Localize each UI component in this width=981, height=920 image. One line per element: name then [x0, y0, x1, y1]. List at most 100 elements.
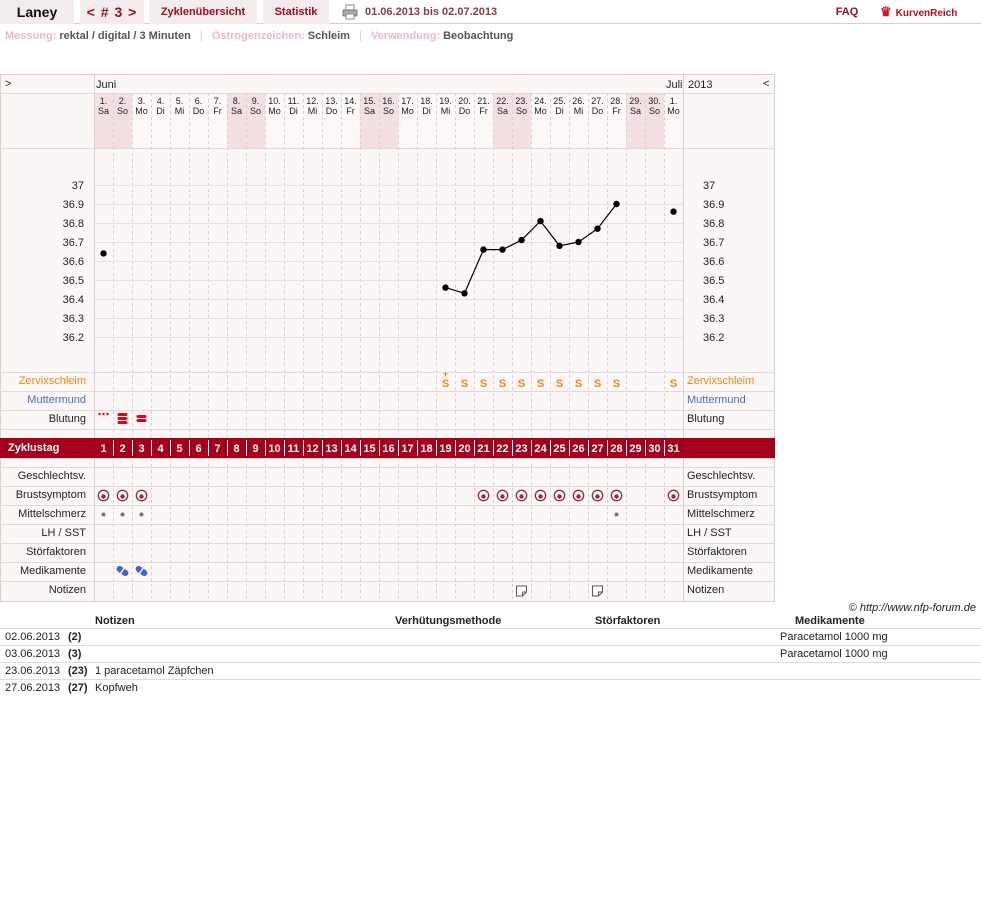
temperature-point: [613, 200, 620, 208]
y-tick-label-right: 36.6: [703, 256, 724, 268]
y-tick-label-left: 36.9: [63, 199, 84, 211]
cycle-chart-svg: > Juni Juli 2013 <1.Sa2.So3.Mo4.Di5.Mi6.Do7.…: [0, 74, 775, 602]
day-number: 9.: [252, 96, 260, 106]
weekday-label: Sa: [497, 106, 508, 116]
day-number: 30.: [648, 96, 661, 106]
cervix-mucus-mark: S: [670, 378, 677, 390]
cervix-mucus-mark: S: [613, 378, 620, 390]
faq-link[interactable]: FAQ: [832, 0, 862, 24]
row-label-os: Muttermund: [27, 394, 86, 406]
row-label-cervix: Zervixschleim: [18, 375, 86, 387]
cycle-day-number: 10: [268, 443, 280, 455]
weekday-label: So: [250, 106, 261, 116]
row-label-bleeding: Blutung: [48, 413, 86, 425]
weekday-label: Do: [592, 106, 604, 116]
day-number: 16.: [382, 96, 395, 106]
cycle-day-number: 19: [439, 443, 451, 455]
cycle-day-label: Zyklustag: [8, 441, 60, 454]
table-row: 02.06.2013 (2) Paracetamol 1000 mg: [0, 628, 981, 645]
day-number: 29.: [629, 96, 642, 106]
note-medication: Paracetamol 1000 mg: [780, 648, 888, 660]
day-number: 14.: [344, 96, 357, 106]
day-number: 18.: [420, 96, 433, 106]
day-number: 1.: [670, 96, 678, 106]
note-cycle-day: (2): [68, 631, 82, 643]
row-label-disturb: Störfaktoren: [687, 546, 747, 558]
y-tick-label-right: 36.4: [703, 294, 724, 306]
day-number: 2.: [119, 96, 127, 106]
row-label-cervix: Zervixschleim: [687, 375, 755, 387]
cervix-mucus-mark: S: [575, 378, 582, 390]
day-number: 25.: [553, 96, 566, 106]
breast-symptom-center: [595, 494, 600, 499]
temperature-point: [518, 236, 525, 244]
day-number: 11.: [288, 96, 300, 106]
bleeding-mark: [117, 413, 128, 416]
midpain-dot: [614, 512, 619, 517]
cycle-navigator[interactable]: < # 3 >: [80, 0, 144, 24]
weekday-label: Do: [459, 106, 471, 116]
cycle-day-number: 9: [252, 443, 258, 455]
cycle-date-range: 01.06.2013 bis 02.07.2013: [365, 6, 498, 18]
temperature-point: [575, 238, 582, 246]
cycle-day-number: 7: [214, 443, 220, 455]
month-label-start: Juni: [96, 79, 116, 91]
day-number: 13.: [325, 96, 338, 106]
col-header-disturbances: Störfaktoren: [595, 615, 661, 627]
temperature-point: [480, 246, 487, 253]
note-text: 1 paracetamol Zäpfchen: [95, 665, 214, 677]
bleeding-spotting-dot: [102, 412, 105, 416]
day-number: 19.: [439, 96, 452, 106]
day-number: 17.: [401, 96, 414, 106]
brand-logo[interactable]: ♛ KurvenReich: [880, 0, 980, 24]
cycle-day-number: 18: [420, 443, 432, 455]
weekday-label: Di: [289, 106, 298, 116]
bleeding-mark: [136, 419, 147, 422]
col-header-notes: Notizen: [95, 615, 135, 627]
printer-icon[interactable]: [340, 0, 360, 24]
temperature-point: [499, 246, 506, 253]
cervix-mucus-mark: S: [594, 378, 601, 390]
weekday-label: Mo: [268, 106, 281, 116]
cycle-day-number: 20: [458, 443, 470, 455]
day-number: 3.: [138, 96, 146, 106]
measure-value: rektal / digital / 3 Minuten: [59, 30, 191, 42]
row-label-breast: Brustsymptom: [687, 489, 758, 501]
nav-next: <: [763, 78, 769, 90]
oestrogen-value: Schleim: [307, 30, 350, 42]
day-number: 20.: [458, 96, 471, 106]
y-tick-label-left: 36.2: [63, 332, 84, 344]
weekday-label: Mi: [308, 106, 318, 116]
breast-symptom-center: [500, 494, 505, 499]
tab-cycle-overview[interactable]: Zyklenübersicht: [149, 0, 257, 24]
cycle-day-number: 25: [553, 443, 565, 455]
note-cycle-day: (23): [68, 665, 88, 677]
day-number: 12.: [306, 96, 319, 106]
weekday-label: Mo: [534, 106, 547, 116]
y-tick-label-left: 36.7: [63, 237, 84, 249]
cycle-day-number: 11: [288, 443, 300, 455]
row-label-intercourse: Geschlechtsv.: [17, 470, 86, 482]
midpain-dot: [120, 512, 125, 517]
day-number: 5.: [176, 96, 184, 106]
y-tick-label-left: 36.8: [63, 218, 84, 230]
cycle-day-number: 21: [477, 443, 489, 455]
y-tick-label-left: 36.6: [63, 256, 84, 268]
y-tick-label-right: 36.8: [703, 218, 724, 230]
row-label-disturb: Störfaktoren: [26, 546, 86, 558]
tab-statistics[interactable]: Statistik: [263, 0, 329, 24]
y-tick-label-left: 37: [72, 180, 84, 192]
measure-label: Messung:: [5, 30, 57, 42]
weekday-label: Di: [555, 106, 564, 116]
day-number: 8.: [233, 96, 241, 106]
row-label-notes: Notizen: [48, 584, 86, 596]
breast-symptom-center: [139, 494, 144, 499]
cervix-mucus-mark: S: [480, 378, 487, 390]
note-date: 02.06.2013: [5, 631, 61, 643]
weekday-label: So: [383, 106, 394, 116]
weekday-label: Fr: [346, 106, 355, 116]
row-label-breast: Brustsymptom: [15, 489, 86, 501]
note-medication: Paracetamol 1000 mg: [780, 631, 888, 643]
note-date: 03.06.2013: [5, 648, 61, 660]
copyright-notice: © http://www.nfp-forum.de: [848, 602, 976, 614]
